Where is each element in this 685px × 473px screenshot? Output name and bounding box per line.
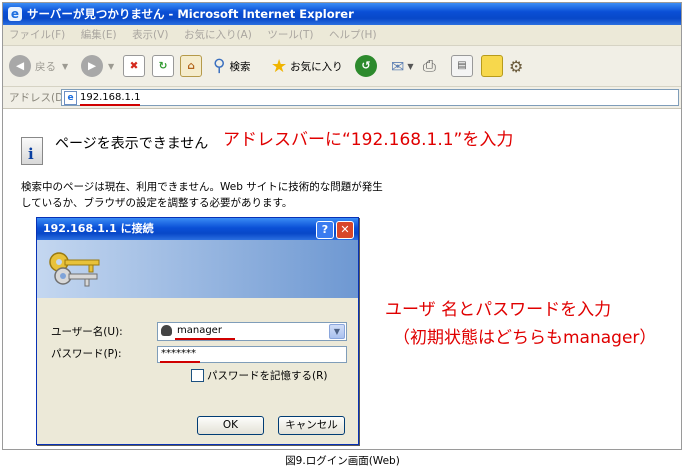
password-label: パスワード(P): — [51, 348, 122, 360]
chevron-down-icon: ▼ — [108, 61, 115, 71]
username-combobox[interactable]: manager ▼ — [157, 322, 347, 341]
cancel-button[interactable]: キャンセル — [278, 416, 345, 435]
menu-view[interactable]: 表示(V) — [126, 25, 174, 45]
menu-help[interactable]: ヘルプ(H) — [323, 25, 383, 45]
refresh-icon: ↻ — [152, 55, 174, 77]
error-body: 検索中のページは現在、利用できません。Web サイトに技術的な問題が発生している… — [21, 181, 383, 209]
page-icon: e — [64, 91, 77, 105]
username-underline — [175, 338, 235, 340]
address-bar: アドレス(D) e 192.168.1.1 — [3, 87, 681, 109]
menu-file[interactable]: ファイル(F) — [3, 25, 71, 45]
back-button[interactable]: ◀ 戻る ▼ — [9, 53, 68, 79]
window-title-bar: e サーバーが見つかりません - Microsoft Internet Expl… — [3, 3, 681, 25]
printer-icon: ⎙ — [423, 56, 436, 75]
mail-button[interactable]: ✉ ▼ — [391, 53, 414, 79]
help-icon[interactable]: ? — [316, 221, 334, 239]
research-icon: ⚙ — [509, 56, 524, 76]
menu-tools[interactable]: ツール(T) — [261, 25, 319, 45]
menu-bar: ファイル(F) 編集(E) 表示(V) お気に入り(A) ツール(T) ヘルプ(… — [3, 25, 681, 46]
mail-icon: ✉ — [391, 56, 405, 76]
back-arrow-icon: ◀ — [9, 55, 31, 77]
forward-button[interactable]: ▶ ▼ — [81, 53, 114, 79]
error-title: ページを表示できません — [55, 136, 209, 152]
info-icon: i — [21, 137, 43, 165]
refresh-button[interactable]: ↻ — [152, 53, 174, 79]
remember-password-label[interactable]: パスワードを記憶する(R) — [207, 368, 328, 383]
window-title: サーバーが見つかりません - Microsoft Internet Explor… — [27, 7, 354, 21]
address-label: アドレス(D) — [9, 92, 68, 104]
note-icon — [481, 55, 503, 77]
chevron-down-icon[interactable]: ▼ — [329, 324, 345, 339]
username-label: ユーザー名(U): — [51, 326, 123, 338]
stop-icon: ✖ — [123, 55, 145, 77]
dialog-title: 192.168.1.1 に接続 — [43, 222, 154, 235]
favorites-button[interactable]: ★ お気に入り — [271, 53, 343, 79]
screenshot-frame: e サーバーが見つかりません - Microsoft Internet Expl… — [2, 2, 682, 450]
home-button[interactable]: ⌂ — [180, 53, 202, 79]
home-icon: ⌂ — [180, 55, 202, 77]
user-icon — [161, 325, 172, 336]
forward-arrow-icon: ▶ — [81, 55, 103, 77]
edit-page-icon: ▤ — [451, 55, 473, 77]
print-button[interactable]: ⎙ — [423, 53, 436, 79]
star-icon: ★ — [271, 55, 288, 77]
ok-button[interactable]: OK — [197, 416, 264, 435]
chevron-down-icon: ▼ — [62, 61, 69, 71]
username-value: manager — [177, 325, 222, 336]
address-url: 192.168.1.1 — [80, 91, 141, 106]
history-button[interactable]: ↺ — [355, 53, 377, 79]
internet-explorer-icon: e — [8, 7, 22, 21]
edit-button[interactable]: ▤ — [451, 53, 473, 79]
search-label: 検索 — [229, 60, 251, 73]
figure-caption: 図9.ログイン画面(Web) — [285, 455, 400, 467]
login-dialog: 192.168.1.1 に接続 ? ✕ ユーザー名(U): manager ▼ — [36, 217, 359, 445]
password-value: ******* — [161, 348, 196, 359]
chevron-down-icon: ▼ — [407, 61, 414, 71]
address-annotation: アドレスバーに“192.168.1.1”を入力 — [223, 130, 514, 150]
favorites-label: お気に入り — [290, 60, 343, 73]
address-input[interactable]: e 192.168.1.1 — [61, 89, 679, 106]
password-field[interactable]: ******* — [157, 346, 347, 363]
search-icon: ⚲ — [213, 56, 226, 76]
discuss-button[interactable] — [481, 53, 503, 79]
menu-edit[interactable]: 編集(E) — [75, 25, 123, 45]
dialog-title-bar: 192.168.1.1 に接続 ? ✕ — [37, 218, 358, 240]
login-annotation-line1: ユーザ 名とパスワードを入力 — [385, 300, 612, 320]
password-underline — [160, 361, 200, 363]
search-button[interactable]: ⚲ 検索 — [213, 53, 250, 79]
back-label: 戻る — [35, 60, 56, 73]
dialog-banner — [37, 240, 358, 298]
close-icon[interactable]: ✕ — [336, 221, 354, 239]
menu-favorites[interactable]: お気に入り(A) — [178, 25, 258, 45]
messenger-button[interactable]: ⚙ — [509, 53, 523, 79]
stop-button[interactable]: ✖ — [123, 53, 145, 79]
keys-icon — [49, 252, 100, 287]
remember-password-checkbox[interactable] — [191, 369, 204, 382]
toolbar: ◀ 戻る ▼ ▶ ▼ ✖ ↻ ⌂ ⚲ 検索 ★ お気に入り ↺ ✉ ▼ ⎙ ▤ … — [3, 46, 681, 87]
login-annotation-line2: （初期状態はどちらもmanager） — [393, 328, 657, 348]
history-icon: ↺ — [355, 55, 377, 77]
